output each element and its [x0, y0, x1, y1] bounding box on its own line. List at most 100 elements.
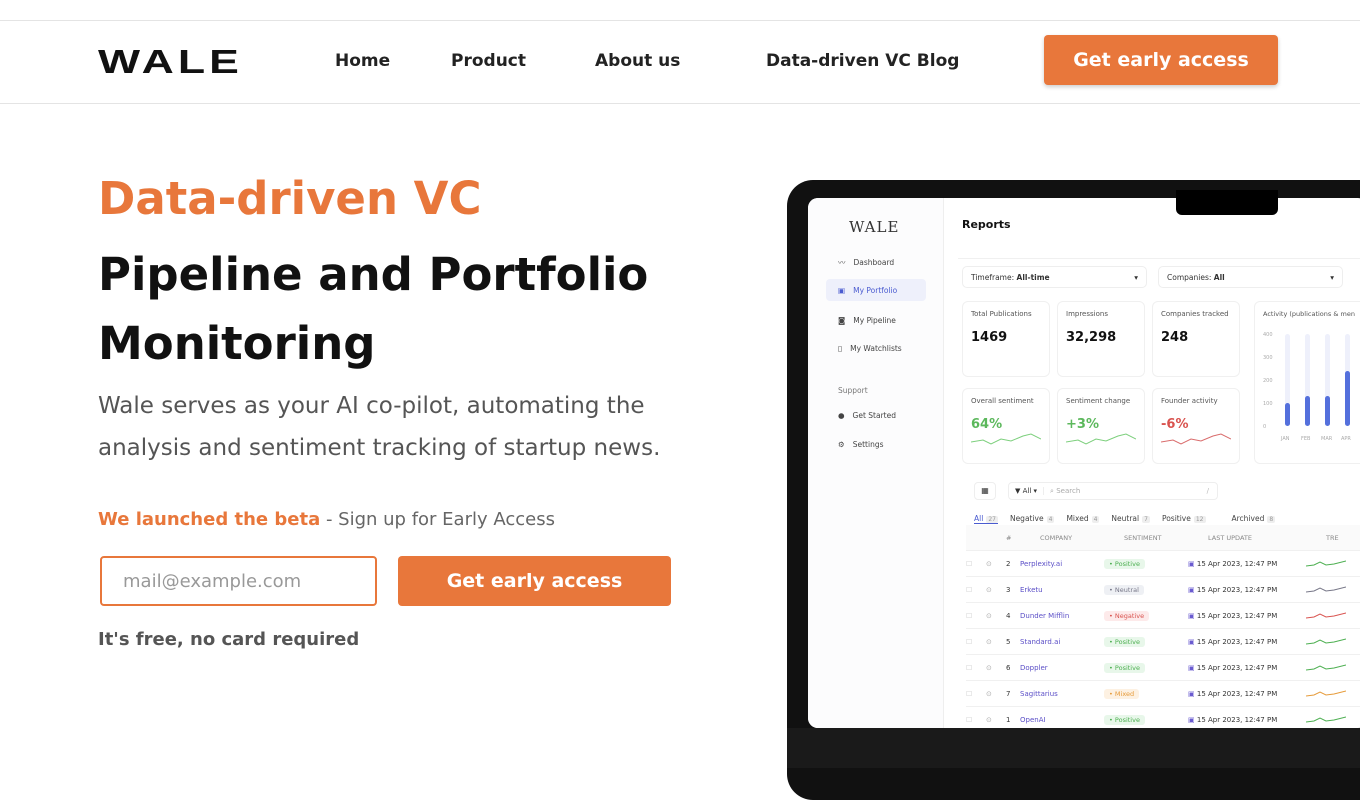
stat-label: Companies tracked — [1161, 310, 1229, 318]
header-cta-button[interactable]: Get early access — [1044, 35, 1278, 85]
calendar-icon: ▣ — [1188, 585, 1195, 594]
stat-label: Impressions — [1066, 310, 1108, 318]
label: Companies: — [1167, 272, 1212, 282]
chart-title: Activity (publications & men — [1263, 310, 1355, 318]
nav-home[interactable]: Home — [335, 51, 390, 71]
tab-label: Negative — [1009, 514, 1044, 523]
nav-about[interactable]: About us — [595, 51, 680, 71]
tab-mixed: Mixed 4 — [1066, 514, 1100, 524]
last-update: ▣ 15 Apr 2023, 12:47 PM — [1188, 690, 1306, 698]
sidebar-label: My Watchlists — [850, 343, 902, 353]
tab-count: 12 — [1193, 516, 1206, 523]
sidebar-label: My Pipeline — [853, 315, 896, 325]
trend-sparkline — [1306, 638, 1346, 644]
tab-count: 8 — [1267, 516, 1276, 523]
row-checkbox: ☐ — [966, 689, 973, 698]
tab-label: Positive — [1161, 514, 1191, 523]
logo[interactable]: WALE — [98, 45, 243, 78]
caret-icon: ▾ — [1134, 272, 1138, 282]
row-number: 2 — [1006, 559, 1011, 568]
timeframe-select: Timeframe: All-time ▾ — [962, 266, 1147, 288]
info-icon: ⊙ — [986, 663, 992, 672]
sentiment-badge: • Positive — [1104, 714, 1145, 725]
company-link: Perplexity.ai — [1020, 559, 1063, 568]
company-link: Standard.ai — [1020, 637, 1061, 646]
sidebar-label: My Portfolio — [853, 285, 898, 295]
app-screenshot: WALE 〰 Dashboard ▣ My Portfolio ◙ My Pipeli… — [808, 198, 1360, 728]
sentiment-badge: • Positive — [1104, 558, 1145, 569]
sentiment-label: Positive — [1114, 663, 1140, 672]
sentiment-badge: • Neutral — [1104, 584, 1144, 595]
get-early-access-button[interactable]: Get early access — [398, 556, 671, 606]
sparkline — [1160, 433, 1232, 445]
date-text: 15 Apr 2023, 12:47 PM — [1196, 689, 1278, 698]
trend-sparkline — [1306, 664, 1346, 670]
tab-all: All 27 — [974, 514, 998, 524]
sentiment-label: Positive — [1114, 637, 1140, 646]
info-icon: ⊙ — [986, 689, 992, 698]
stat-label: Total Publications — [971, 310, 1032, 318]
tab-neutral: Neutral 7 — [1111, 514, 1150, 524]
company-link: Doppler — [1020, 663, 1048, 672]
email-input[interactable]: mail@example.com — [100, 556, 377, 606]
reports-title: Reports — [962, 218, 1011, 231]
card-value: +3% — [1066, 417, 1099, 432]
sentiment-badge: • Negative — [1104, 610, 1150, 621]
label: Timeframe: — [971, 272, 1015, 282]
row-number: 4 — [1006, 611, 1011, 620]
sentiment-tabs: All 27 Negative 4 Mixed 4 Neutral 7 Positive 12 Ar… — [974, 514, 1276, 524]
calendar-icon: ▦ — [974, 482, 996, 500]
table-row: ☐ ⊙ 6 Doppler • Positive ▣ 15 Apr 2023, 12:47… — [966, 655, 1360, 681]
stat-card: Companies tracked 248 — [1152, 301, 1240, 377]
stat-card: Impressions 32,298 — [1057, 301, 1145, 377]
y-tick: 300 — [1263, 355, 1273, 361]
sidebar-label: Dashboard — [853, 257, 895, 267]
shortcut-hint: / — [1206, 487, 1209, 495]
calendar-icon: ▣ — [1188, 689, 1195, 698]
stat-value: 1469 — [971, 330, 1008, 345]
value: All — [1213, 272, 1225, 282]
site-header: WALE Home Product About us Data-driven V… — [0, 21, 1360, 104]
bookmark-icon: ▯ — [838, 343, 843, 353]
sentiment-label: Mixed — [1114, 689, 1135, 698]
tab-label: Mixed — [1066, 514, 1089, 523]
calendar-icon: ▣ — [1188, 637, 1195, 646]
sidebar-item-get-started: ● Get Started — [826, 404, 926, 426]
last-update: ▣ 15 Apr 2023, 12:47 PM — [1188, 638, 1306, 646]
row-checkbox: ☐ — [966, 663, 973, 672]
beta-text: - Sign up for Early Access — [320, 509, 555, 530]
row-checkbox: ☐ — [966, 611, 973, 620]
company-link: OpenAI — [1020, 715, 1046, 724]
tab-count: 27 — [986, 516, 998, 523]
info-icon: ⊙ — [986, 637, 992, 646]
app-sidebar: WALE 〰 Dashboard ▣ My Portfolio ◙ My Pipeli… — [808, 198, 944, 728]
row-checkbox: ☐ — [966, 715, 973, 724]
hero-subtitle: Wale serves as your AI co-pilot, automat… — [98, 393, 661, 461]
sentiment-badge: • Positive — [1104, 662, 1145, 673]
row-number: 6 — [1006, 663, 1011, 672]
search-placeholder: Search — [1056, 486, 1081, 495]
bar — [1285, 403, 1290, 426]
table-row: ☐ ⊙ 7 Sagittarius • Mixed ▣ 15 Apr 2023, 12:4… — [966, 681, 1360, 707]
row-checkbox: ☐ — [966, 637, 973, 646]
sentiment-badge: • Positive — [1104, 636, 1145, 647]
x-tick: JAN — [1281, 436, 1290, 442]
card-label: Overall sentiment — [971, 397, 1034, 405]
filter-value: All — [1022, 487, 1032, 495]
table-row: ☐ ⊙ 1 OpenAI • Positive ▣ 15 Apr 2023, 12:47 … — [966, 707, 1360, 728]
trend-sparkline — [1306, 690, 1346, 696]
date-text: 15 Apr 2023, 12:47 PM — [1196, 715, 1278, 724]
bar — [1305, 396, 1310, 426]
nav-blog[interactable]: Data-driven VC Blog — [766, 51, 959, 71]
row-number: 5 — [1006, 637, 1011, 646]
card-value: 64% — [971, 417, 1003, 432]
nav-product[interactable]: Product — [451, 51, 526, 71]
bar — [1325, 396, 1330, 426]
activity-chart-card: Activity (publications & men 400 300 200 10… — [1254, 301, 1360, 464]
tab-negative: Negative 4 — [1010, 514, 1055, 524]
calendar-icon: ▣ — [1188, 663, 1195, 672]
card-value: -6% — [1161, 417, 1189, 432]
camera-notch — [1176, 190, 1278, 215]
support-heading: Support — [838, 386, 868, 395]
app-logo: WALE — [849, 218, 900, 236]
